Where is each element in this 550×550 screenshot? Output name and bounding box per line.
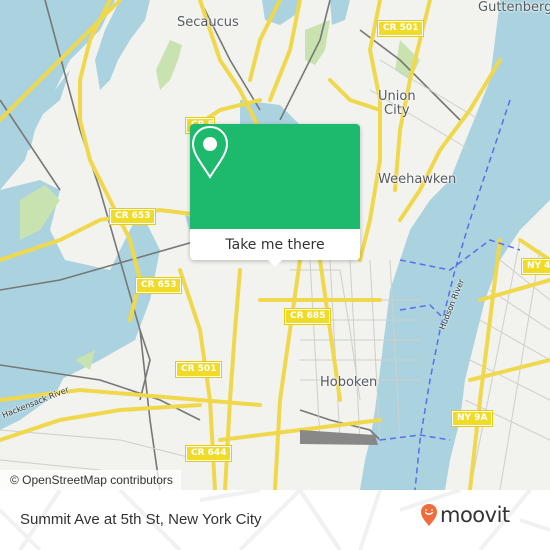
road-shield-cr653: CR 653	[134, 277, 183, 294]
location-pin-icon	[191, 125, 229, 179]
water-north2	[330, 0, 350, 25]
popup-pointer	[267, 259, 283, 267]
popup-header	[190, 124, 360, 229]
road-shield-ny9a: NY 9A	[450, 410, 494, 427]
place-label-union-city-line1: Union	[378, 89, 416, 104]
take-me-there-button[interactable]: Take me there	[190, 229, 360, 260]
map-attribution[interactable]: © OpenStreetMap contributors	[0, 470, 181, 490]
stop-title: Summit Ave at 5th St, New York City	[20, 511, 262, 528]
place-label-guttenberg: Guttenberg	[478, 0, 550, 15]
road-shield-cr653: CR 653	[108, 208, 157, 225]
road-shield-cr501: CR 501	[174, 361, 223, 378]
place-label-union-city-line2: City	[384, 103, 410, 118]
road-shield-ny4: NY 4	[520, 258, 550, 275]
road-shield-cr501: CR 501	[376, 20, 425, 37]
take-me-there-popup[interactable]: Take me there	[190, 124, 360, 267]
road-shield-cr644: CR 644	[184, 445, 233, 462]
ferry-terminal	[300, 430, 378, 445]
moovit-pin-icon	[421, 504, 437, 526]
place-label-hoboken: Hoboken	[320, 375, 378, 390]
footer-bar: Summit Ave at 5th St, New York City moov…	[0, 490, 550, 550]
moovit-logo[interactable]: moovit	[420, 503, 510, 527]
map-view[interactable]: Secaucus Guttenberg Union City Weehawken…	[0, 0, 550, 490]
place-label-union-city: Union City	[378, 90, 416, 118]
moovit-wordmark: moovit	[440, 503, 510, 527]
place-label-weehawken: Weehawken	[378, 172, 457, 187]
road-shield-cr685: CR 685	[283, 308, 332, 325]
place-label-secaucus: Secaucus	[177, 15, 239, 30]
park-1	[156, 40, 182, 90]
park-2	[305, 20, 330, 65]
